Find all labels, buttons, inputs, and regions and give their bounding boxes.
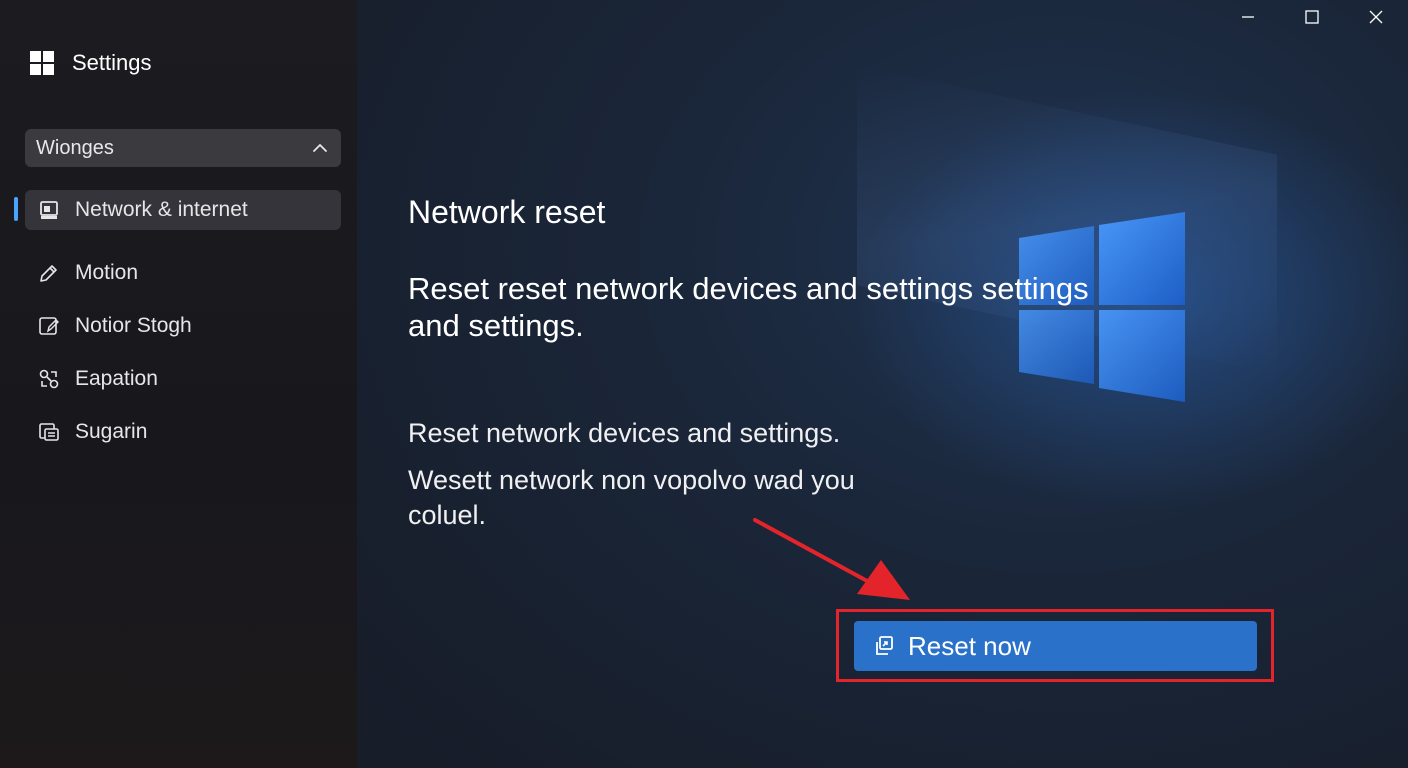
lead-text: Reset reset network devices and settings… <box>408 271 1089 343</box>
reset-now-label: Reset now <box>908 630 1031 661</box>
reset-now-button[interactable]: Reset now <box>854 621 1257 671</box>
page-title: Network reset <box>408 194 606 230</box>
maximize-icon <box>1305 10 1319 24</box>
sidebar-item-eapation[interactable]: Eapation <box>25 359 341 399</box>
close-icon <box>1369 10 1383 24</box>
active-indicator <box>14 197 18 221</box>
sidebar-item-notior-stogh[interactable]: Notior Stogh <box>25 306 341 346</box>
sidebar-item-motion[interactable]: Motion <box>25 253 341 293</box>
main-content: Network reset Reset reset network device… <box>357 0 1408 768</box>
pen-icon <box>37 261 61 285</box>
link-icon <box>37 367 61 391</box>
category-dropdown[interactable]: Wionges <box>25 129 341 167</box>
close-button[interactable] <box>1344 0 1408 34</box>
storage-icon <box>37 420 61 444</box>
windows-logo-icon <box>30 51 54 75</box>
sidebar-item-sugarin[interactable]: Sugarin <box>25 412 341 452</box>
app-title: Settings <box>72 50 152 75</box>
dropdown-label: Wionges <box>36 136 114 159</box>
description-text: Reset network devices and settings. <box>408 418 841 448</box>
sidebar-item-network[interactable]: Network & internet <box>25 190 341 230</box>
sidebar-item-label: Eapation <box>75 367 158 390</box>
chevron-up-icon <box>313 144 327 152</box>
network-icon <box>37 198 61 222</box>
edit-window-icon <box>37 314 61 338</box>
red-arrow-icon <box>753 518 910 600</box>
sidebar-item-label: Sugarin <box>75 420 148 443</box>
app-header: Settings <box>30 50 152 76</box>
minimize-button[interactable] <box>1216 0 1280 34</box>
sidebar-item-label: Network & internet <box>75 198 248 221</box>
minimize-icon <box>1242 16 1254 18</box>
sidebar-item-label: Motion <box>75 261 139 284</box>
window-controls <box>1216 0 1408 34</box>
maximize-button[interactable] <box>1280 0 1344 34</box>
sidebar-item-label: Notior Stogh <box>75 314 192 337</box>
sidebar: Settings Wionges Network & internet Moti… <box>0 0 357 768</box>
reset-icon <box>876 636 893 655</box>
